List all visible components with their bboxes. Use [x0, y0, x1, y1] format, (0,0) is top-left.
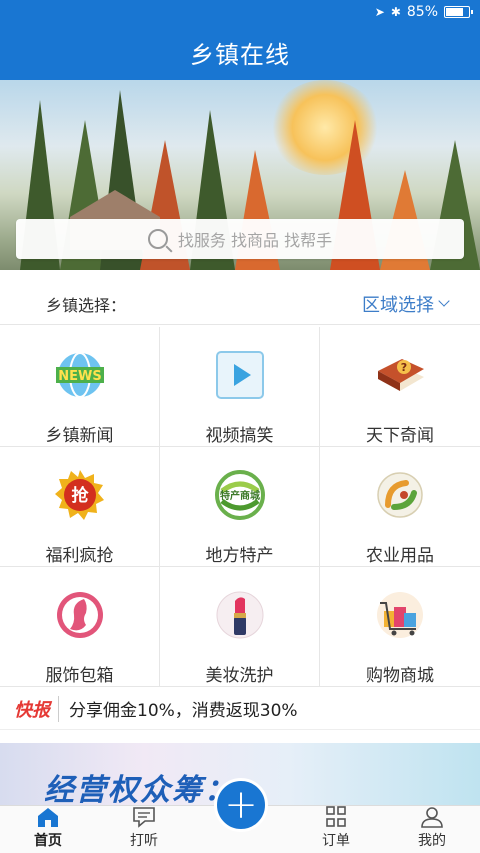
category-item-oddities[interactable]: ? 天下奇闻 — [320, 327, 480, 447]
category-label: 农业用品 — [366, 546, 434, 566]
category-item-news[interactable]: NEWS 乡镇新闻 — [0, 327, 160, 447]
grid-icon — [324, 806, 348, 828]
status-bar: ➤ ✱ 85% — [0, 0, 480, 24]
fashion-face-icon — [54, 589, 106, 641]
svg-text:抢: 抢 — [71, 485, 89, 506]
specialty-mall-icon: 特产商城 — [214, 469, 266, 521]
town-select-label: 乡镇选择： — [46, 295, 127, 315]
category-label: 美妆洗护 — [205, 666, 274, 686]
news-globe-icon: NEWS — [54, 349, 106, 401]
news-ticker-text: 分享佣金10%，消费返现30% — [69, 701, 298, 721]
category-item-welfare[interactable]: 抢 福利疯抢 — [0, 447, 160, 567]
region-select-dropdown[interactable]: 区域选择 — [362, 291, 450, 317]
home-icon — [36, 806, 60, 828]
publish-button[interactable]: + — [214, 778, 268, 832]
town-select-row: 乡镇选择： 区域选择 — [0, 283, 480, 325]
tab-label: 首页 — [34, 833, 62, 849]
svg-text:NEWS: NEWS — [58, 369, 101, 384]
news-ticker-tag: 快报 — [14, 695, 59, 722]
category-label: 乡镇新闻 — [45, 426, 114, 446]
message-icon — [132, 806, 156, 828]
shopping-cart-icon — [374, 589, 426, 641]
category-label: 购物商城 — [366, 666, 434, 686]
user-icon — [420, 806, 444, 828]
lipstick-icon — [214, 589, 266, 641]
bluetooth-icon: ✱ — [390, 5, 401, 19]
search-input[interactable]: 找服务 找商品 找帮手 — [16, 219, 464, 259]
tab-label: 我的 — [418, 833, 446, 849]
svg-text:?: ? — [401, 361, 407, 374]
question-book-icon: ? — [374, 349, 426, 401]
page-title: 乡镇在线 — [190, 40, 290, 69]
category-item-beauty[interactable]: 美妆洗护 — [160, 567, 320, 687]
search-placeholder: 找服务 找商品 找帮手 — [177, 231, 333, 250]
agriculture-icon — [374, 469, 426, 521]
plus-icon: + — [224, 782, 258, 828]
bottom-tab-bar: 首页 打听 订单 我的 + — [0, 778, 480, 853]
tab-mine[interactable]: 我的 — [384, 806, 480, 850]
tab-label: 打听 — [130, 833, 158, 849]
category-item-shopping[interactable]: 购物商城 — [320, 567, 480, 687]
tab-label: 订单 — [322, 833, 350, 849]
banner-image: 找服务 找商品 找帮手 — [0, 80, 480, 270]
category-item-specialty[interactable]: 特产商城 地方特产 — [160, 447, 320, 567]
category-grid: NEWS 乡镇新闻 视频搞笑 ? 天下奇闻 抢 福利疯抢 特产商城 地方特产 农… — [0, 327, 480, 687]
category-item-video[interactable]: 视频搞笑 — [160, 327, 320, 447]
svg-text:特产商城: 特产商城 — [220, 489, 260, 502]
grab-badge-icon: 抢 — [54, 469, 106, 521]
battery-percentage: 85% — [406, 4, 438, 20]
nav-bar: 乡镇在线 — [0, 24, 480, 80]
battery-level-fill — [446, 8, 463, 16]
tab-orders[interactable]: 订单 — [288, 806, 384, 850]
category-label: 地方特产 — [205, 546, 274, 566]
news-ticker[interactable]: 快报 分享佣金10%，消费返现30% — [0, 688, 480, 730]
tab-inquire[interactable]: 打听 — [96, 806, 192, 850]
promo-banner-text: 经营权众筹： — [44, 773, 236, 805]
category-label: 视频搞笑 — [205, 426, 274, 446]
category-item-agriculture[interactable]: 农业用品 — [320, 447, 480, 567]
play-video-icon — [214, 349, 266, 401]
tab-home[interactable]: 首页 — [0, 806, 96, 850]
category-item-fashion[interactable]: 服饰包箱 — [0, 567, 160, 687]
category-label: 服饰包箱 — [45, 666, 114, 686]
battery-icon — [444, 6, 473, 18]
category-label: 福利疯抢 — [45, 546, 114, 566]
chevron-down-icon — [438, 295, 450, 307]
search-icon — [147, 229, 168, 249]
region-select-label: 区域选择 — [362, 294, 434, 316]
category-label: 天下奇闻 — [366, 426, 434, 446]
location-arrow-icon: ➤ — [374, 5, 385, 19]
